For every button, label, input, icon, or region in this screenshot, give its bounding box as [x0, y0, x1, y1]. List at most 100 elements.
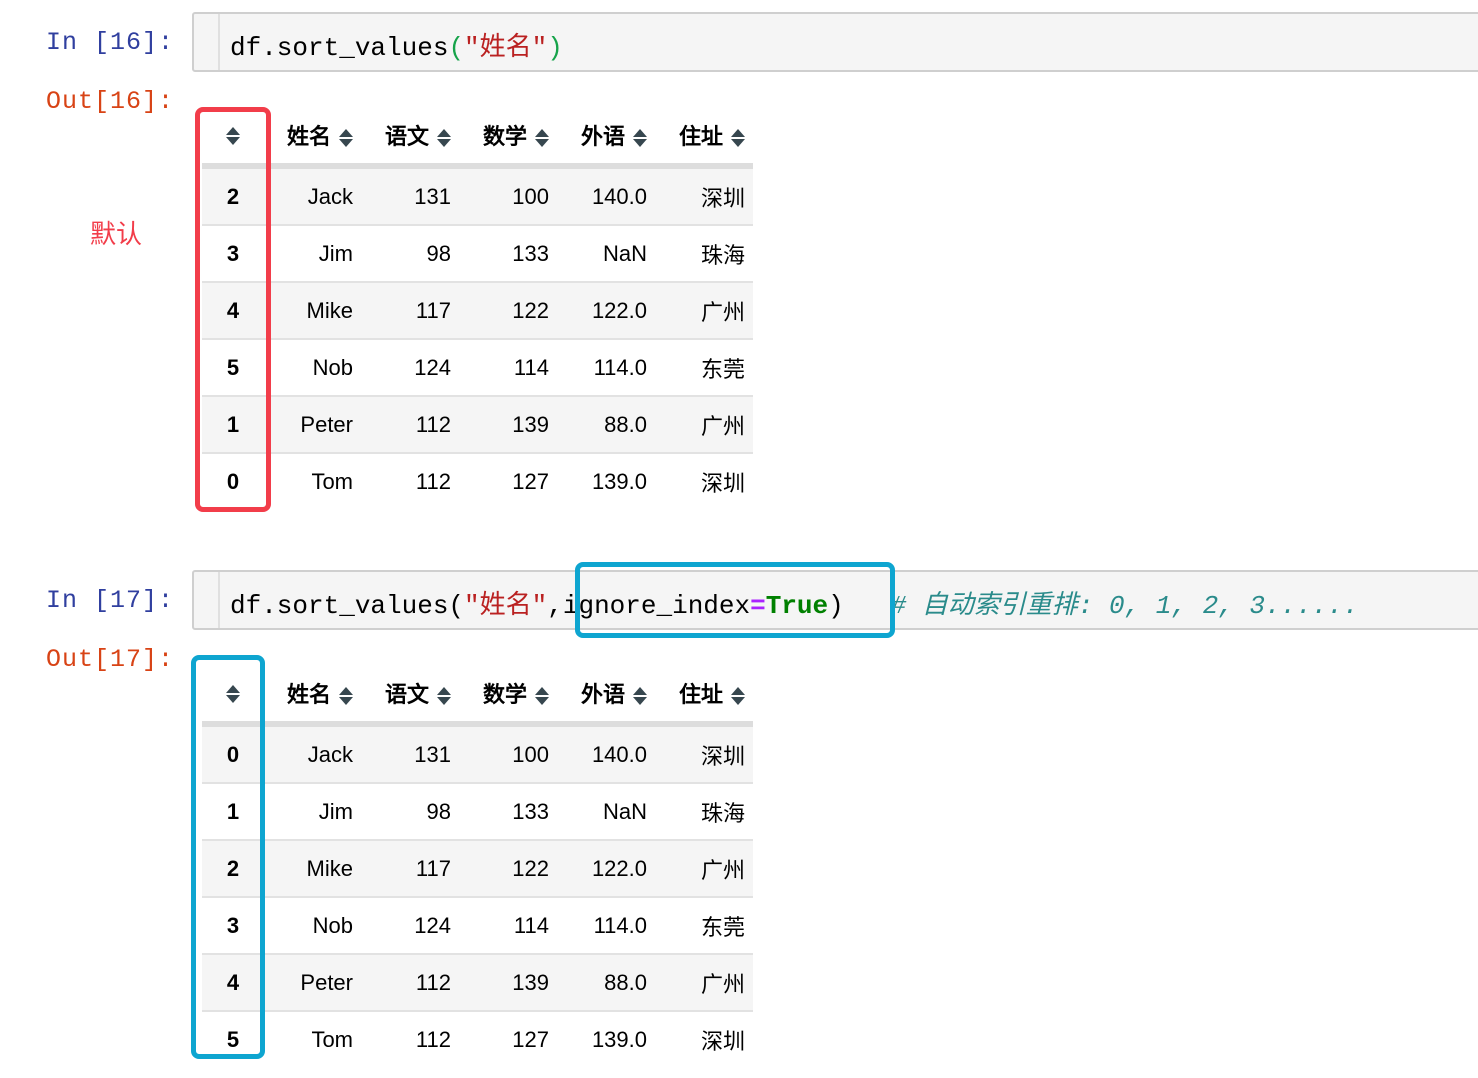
table-header-row: 姓名 语文 数学 外语 住址 [202, 665, 753, 724]
cell: 127 [512, 468, 549, 494]
cell: 广州 [655, 840, 753, 898]
cell: 98 [361, 783, 459, 841]
cell: Nob [264, 897, 361, 955]
sort-icon[interactable] [339, 686, 353, 706]
dataframe-table: 姓名 语文 数学 外语 住址 2 Jack 131 100 140.0 深圳 3 Jim 98… [202, 107, 753, 509]
cell: 珠海 [655, 225, 753, 283]
table-row: 3 Nob 124 114 114.0 东莞 [202, 897, 753, 955]
code-close-paren: ) [828, 591, 844, 621]
cell: 深圳 [655, 166, 753, 226]
table-row: 1 Peter 112 139 88.0 广州 [202, 396, 753, 454]
code-comma: , [547, 591, 563, 621]
table-row: 5 Tom 112 127 139.0 深圳 [202, 1011, 753, 1067]
cell: 100 [459, 166, 557, 226]
column-header[interactable]: 外语 [557, 107, 655, 166]
column-header[interactable]: 语文 [361, 665, 459, 724]
cell: NaN [557, 783, 655, 841]
row-index: 1 [202, 783, 264, 841]
cell: 东莞 [655, 339, 753, 397]
cell: 112 [361, 954, 459, 1012]
cell: 124 [361, 339, 459, 397]
table-row: 1 Jim 98 133 NaN 珠海 [202, 783, 753, 841]
row-index: 3 [202, 897, 264, 955]
sort-icon[interactable] [339, 128, 353, 148]
cell: Jim [264, 783, 361, 841]
column-header[interactable]: 住址 [655, 665, 753, 724]
code-call: df.sort_values( [230, 591, 465, 621]
code-input-area[interactable]: df.sort_values("姓名") [192, 12, 1478, 72]
table-row: 5 Nob 124 114 114.0 东莞 [202, 339, 753, 397]
cell: 133 [459, 225, 557, 283]
code-open-paren: ( [448, 33, 465, 63]
output-prompt: Out[17]: [46, 645, 175, 674]
cell: 114 [459, 897, 557, 955]
cell: 东莞 [655, 897, 753, 955]
row-index: 3 [202, 225, 264, 283]
cell: 深圳 [655, 724, 753, 784]
cell: 124 [361, 897, 459, 955]
index-header[interactable] [202, 665, 264, 724]
column-header[interactable]: 外语 [557, 665, 655, 724]
index-header[interactable] [202, 107, 264, 166]
cell: 88.0 [557, 954, 655, 1012]
column-header[interactable]: 数学 [459, 107, 557, 166]
sort-icon[interactable] [226, 126, 240, 146]
cell: Jim [264, 225, 361, 283]
row-index: 2 [202, 840, 264, 898]
column-header[interactable]: 数学 [459, 665, 557, 724]
code-line[interactable]: df.sort_values("姓名") [230, 26, 563, 63]
sort-icon[interactable] [437, 128, 451, 148]
input-gutter [218, 572, 220, 628]
table-row: 2 Mike 117 122 122.0 广州 [202, 840, 753, 898]
cell: 100 [459, 724, 557, 784]
cell: 114.0 [557, 339, 655, 397]
cell: 139.0 [591, 468, 647, 494]
output-prompt: Out[16]: [46, 87, 175, 116]
code-close-paren: ) [547, 33, 563, 63]
dataframe-table: 姓名 语文 数学 外语 住址 0 Jack 131 100 140.0 深圳 1 Jim 98… [202, 665, 753, 1067]
cell: 117 [361, 840, 459, 898]
sort-icon[interactable] [731, 128, 745, 148]
cell: NaN [557, 225, 655, 283]
cell: 139.0 [591, 1026, 647, 1052]
row-index: 4 [202, 954, 264, 1012]
cell: 112 [361, 396, 459, 454]
code-comment: # 自动索引重排: 0, 1, 2, 3...... [890, 591, 1359, 621]
cell: 122 [459, 840, 557, 898]
code-input-area[interactable]: df.sort_values("姓名",ignore_index=True) #… [192, 570, 1478, 630]
column-header[interactable]: 姓名 [264, 665, 361, 724]
cell: 广州 [655, 282, 753, 340]
cell: 117 [361, 282, 459, 340]
cell: 98 [361, 225, 459, 283]
sort-icon[interactable] [633, 686, 647, 706]
table-header-row: 姓名 语文 数学 外语 住址 [202, 107, 753, 166]
cell: Peter [264, 396, 361, 454]
column-header[interactable]: 语文 [361, 107, 459, 166]
cell: 114.0 [557, 897, 655, 955]
cell: 112 [415, 468, 451, 494]
column-header[interactable]: 住址 [655, 107, 753, 166]
sort-icon[interactable] [633, 128, 647, 148]
annotation-default: 默认 [90, 220, 143, 250]
cell: Peter [264, 954, 361, 1012]
table-row: 2 Jack 131 100 140.0 深圳 [202, 166, 753, 226]
cell: 122.0 [557, 282, 655, 340]
row-index: 1 [202, 396, 264, 454]
sort-icon[interactable] [535, 128, 549, 148]
code-equals: = [750, 591, 766, 621]
cell: Tom [311, 468, 353, 494]
input-prompt: In [17]: [46, 586, 175, 615]
sort-icon[interactable] [535, 686, 549, 706]
table-row: 4 Peter 112 139 88.0 广州 [202, 954, 753, 1012]
cell: 140.0 [557, 166, 655, 226]
code-line[interactable]: df.sort_values("姓名",ignore_index=True) #… [230, 584, 1359, 621]
sort-icon[interactable] [731, 686, 745, 706]
cell: Mike [264, 282, 361, 340]
sort-icon[interactable] [226, 684, 240, 704]
code-kwarg: ignore_index [562, 591, 751, 621]
cell: 深圳 [700, 1028, 745, 1054]
column-header[interactable]: 姓名 [264, 107, 361, 166]
row-index: 5 [226, 1026, 240, 1052]
sort-icon[interactable] [437, 686, 451, 706]
code-string-arg: "姓名" [464, 591, 548, 621]
